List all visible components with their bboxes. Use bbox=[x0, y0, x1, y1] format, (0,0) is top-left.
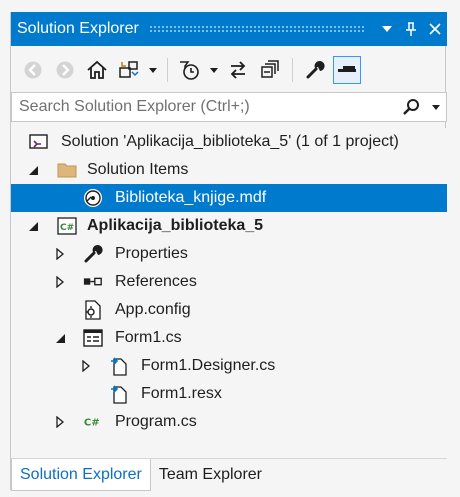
svg-text:C#: C# bbox=[84, 418, 100, 429]
expand-arrow-icon[interactable] bbox=[53, 275, 67, 289]
code-file-icon bbox=[109, 356, 129, 376]
resource-file-icon bbox=[109, 384, 129, 404]
switch-views-icon[interactable] bbox=[115, 56, 143, 84]
expand-arrow-icon[interactable] bbox=[79, 359, 93, 373]
solution-tree: Solution 'Aplikacija_biblioteka_5' (1 of… bbox=[11, 128, 447, 458]
close-icon[interactable] bbox=[423, 17, 447, 41]
tree-item-form1[interactable]: Form1.cs bbox=[11, 324, 447, 352]
pin-icon[interactable] bbox=[399, 17, 423, 41]
chevron-down-icon[interactable] bbox=[375, 17, 399, 41]
tree-item-label: Biblioteka_knjige.mdf bbox=[115, 189, 267, 206]
csharp-file-icon: C# bbox=[83, 412, 103, 432]
collapse-arrow-icon[interactable] bbox=[26, 219, 40, 233]
panel-tabs: Solution Explorer Team Explorer bbox=[11, 458, 447, 491]
tree-item-label: App.config bbox=[115, 301, 191, 318]
home-icon[interactable] bbox=[83, 56, 111, 84]
search-options-dropdown-icon[interactable] bbox=[426, 104, 446, 110]
tab-solution-explorer[interactable]: Solution Explorer bbox=[11, 459, 151, 491]
toolbar-separator bbox=[292, 58, 293, 82]
toolbar bbox=[11, 52, 447, 88]
tree-item-solution-items[interactable]: Solution Items bbox=[11, 156, 447, 184]
references-icon bbox=[83, 272, 103, 292]
panel-title: Solution Explorer bbox=[17, 20, 139, 37]
sync-icon[interactable] bbox=[224, 56, 252, 84]
tree-item-label: Form1.resx bbox=[141, 385, 222, 402]
tree-item-form1-designer[interactable]: Form1.Designer.cs bbox=[11, 352, 447, 380]
toolbar-separator bbox=[167, 58, 168, 82]
search-input[interactable] bbox=[12, 93, 396, 121]
collapse-arrow-icon[interactable] bbox=[53, 331, 67, 345]
tree-item-label: Aplikacija_biblioteka_5 bbox=[87, 217, 264, 234]
drag-grip[interactable] bbox=[148, 25, 365, 33]
tree-item-solution[interactable]: Solution 'Aplikacija_biblioteka_5' (1 of… bbox=[11, 128, 447, 156]
pending-changes-filter-icon[interactable] bbox=[176, 56, 204, 84]
search-icon[interactable] bbox=[396, 98, 426, 116]
panel-titlebar: Solution Explorer bbox=[11, 12, 447, 46]
tree-item-label: Form1.Designer.cs bbox=[141, 357, 276, 374]
tree-item-references[interactable]: References bbox=[11, 268, 447, 296]
tree-item-label: Program.cs bbox=[115, 413, 197, 430]
config-file-icon bbox=[83, 300, 103, 320]
wrench-icon bbox=[83, 244, 103, 264]
dropdown-icon[interactable] bbox=[147, 56, 159, 84]
tree-item-label: Solution Items bbox=[87, 161, 189, 178]
search-box bbox=[11, 92, 447, 122]
svg-text:C#: C# bbox=[60, 223, 74, 233]
tree-item-program[interactable]: C# Program.cs bbox=[11, 408, 447, 436]
tree-item-properties[interactable]: Properties bbox=[11, 240, 447, 268]
tab-team-explorer[interactable]: Team Explorer bbox=[151, 459, 270, 491]
tree-item-label: References bbox=[115, 273, 197, 290]
csharp-project-icon: C# bbox=[57, 216, 77, 236]
dropdown-icon[interactable] bbox=[208, 56, 220, 84]
tree-item-project[interactable]: C# Aplikacija_biblioteka_5 bbox=[11, 212, 447, 240]
expand-arrow-icon[interactable] bbox=[53, 415, 67, 429]
properties-icon[interactable] bbox=[301, 56, 329, 84]
collapse-all-icon[interactable] bbox=[256, 56, 284, 84]
folder-icon bbox=[57, 160, 77, 180]
tree-item-form1-resx[interactable]: Form1.resx bbox=[11, 380, 447, 408]
solution-explorer-panel: Solution Explorer Search Solution Explor… bbox=[10, 12, 447, 491]
preview-selected-items-icon[interactable] bbox=[333, 56, 361, 84]
tree-item-label: Solution 'Aplikacija_biblioteka_5' (1 of… bbox=[61, 133, 399, 150]
collapse-arrow-icon[interactable] bbox=[26, 163, 40, 177]
tree-item-label: Properties bbox=[115, 245, 188, 262]
solution-icon bbox=[29, 132, 49, 152]
tree-item-biblioteka-mdf[interactable]: Biblioteka_knjige.mdf bbox=[11, 184, 447, 212]
expand-arrow-icon[interactable] bbox=[53, 247, 67, 261]
tree-item-label: Form1.cs bbox=[115, 329, 182, 346]
tree-item-app-config[interactable]: App.config bbox=[11, 296, 447, 324]
windows-form-icon bbox=[83, 328, 103, 348]
database-file-icon bbox=[83, 188, 103, 208]
forward-icon[interactable] bbox=[51, 56, 79, 84]
back-icon[interactable] bbox=[19, 56, 47, 84]
